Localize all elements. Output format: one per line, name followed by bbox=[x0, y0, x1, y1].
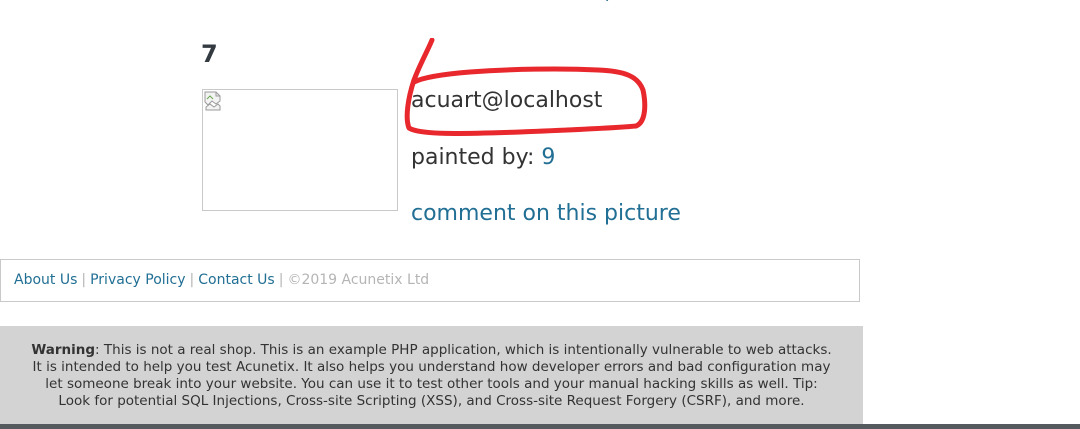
footer-bar: About Us | Privacy Policy | Contact Us | ©2019… bbox=[0, 259, 860, 302]
comment-link[interactable]: comment on this picture bbox=[411, 201, 681, 226]
warning-text: : This is not a real shop. This is an ex… bbox=[32, 342, 832, 409]
picture-thumbnail[interactable] bbox=[202, 89, 398, 211]
warning-label: Warning bbox=[31, 342, 96, 358]
warning-notice: Warning: This is not a real shop. This i… bbox=[0, 326, 863, 424]
bottom-divider bbox=[0, 424, 1080, 429]
painter-link[interactable]: 9 bbox=[541, 145, 555, 170]
author-email: acuart@localhost bbox=[411, 88, 603, 113]
privacy-policy-link[interactable]: Privacy Policy bbox=[90, 272, 185, 288]
broken-image-icon bbox=[204, 91, 221, 111]
about-us-link[interactable]: About Us bbox=[14, 272, 77, 288]
contact-us-link[interactable]: Contact Us bbox=[198, 272, 274, 288]
footer-separator: | bbox=[189, 272, 195, 288]
footer-separator: | bbox=[278, 272, 284, 288]
picture-title: 7 bbox=[201, 40, 218, 68]
footer-links: About Us | Privacy Policy | Contact Us | ©2019… bbox=[14, 260, 429, 301]
cropped-text-fragment bbox=[605, 0, 617, 4]
copyright-text: ©2019 Acunetix Ltd bbox=[287, 272, 430, 288]
footer-separator: | bbox=[81, 272, 87, 288]
painted-by-label: painted by: bbox=[411, 145, 535, 170]
painted-by-row: painted by: 9 bbox=[411, 145, 555, 170]
